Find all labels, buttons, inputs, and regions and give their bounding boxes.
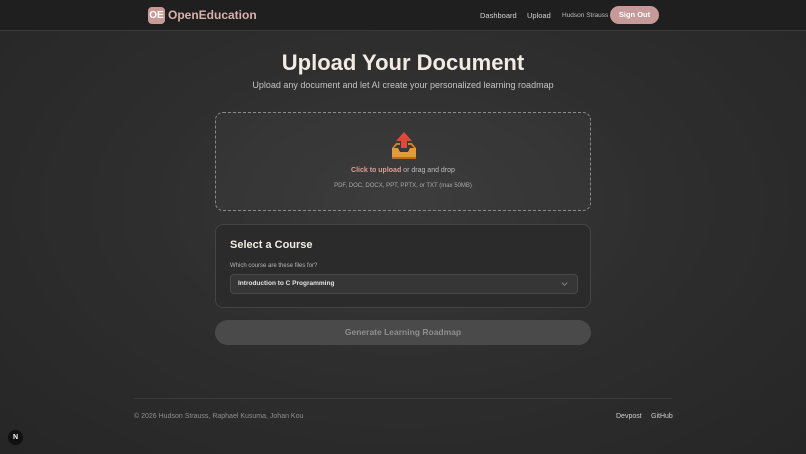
course-select-value: Introduction to C Programming (238, 280, 335, 287)
footer-divider (134, 398, 672, 399)
footer-link-devpost[interactable]: Devpost (616, 413, 642, 420)
course-select[interactable]: Introduction to C Programming (230, 274, 578, 294)
user-name: Hudson Strauss (562, 12, 609, 19)
drag-drop-text: or drag and drop (403, 167, 455, 174)
upload-dropzone[interactable]: Click to upload or drag and drop PDF, DO… (215, 112, 591, 211)
page-subtitle: Upload any document and let AI create yo… (252, 80, 554, 90)
logo-text[interactable]: OpenEducation (168, 8, 257, 22)
sign-out-button[interactable]: Sign Out (610, 6, 659, 24)
upload-instructions: Click to upload or drag and drop (216, 167, 590, 174)
inbox-tray-upload-icon (392, 132, 416, 159)
nav-upload[interactable]: Upload (527, 11, 551, 20)
devtools-badge[interactable]: N (8, 430, 23, 445)
page-title: Upload Your Document (281, 50, 525, 75)
accepted-formats: PDF, DOC, DOCX, PPT, PPTX, or TXT (max 5… (334, 183, 472, 189)
course-card: Select a Course Which course are these f… (215, 224, 591, 308)
chevron-down-icon (561, 282, 568, 286)
nav-dashboard[interactable]: Dashboard (480, 11, 517, 20)
click-to-upload-link[interactable]: Click to upload (351, 167, 401, 174)
footer-link-github[interactable]: GitHub (651, 413, 673, 420)
top-navbar: OE OpenEducation Dashboard Upload Hudson… (0, 0, 806, 31)
footer-copyright: © 2026 Hudson Strauss, Raphael Kusuma, J… (134, 413, 304, 420)
generate-roadmap-button[interactable]: Generate Learning Roadmap (215, 320, 591, 345)
course-select-label: Which course are these files for? (230, 263, 318, 269)
course-card-title: Select a Course (230, 239, 313, 251)
logo-badge[interactable]: OE (148, 7, 165, 24)
